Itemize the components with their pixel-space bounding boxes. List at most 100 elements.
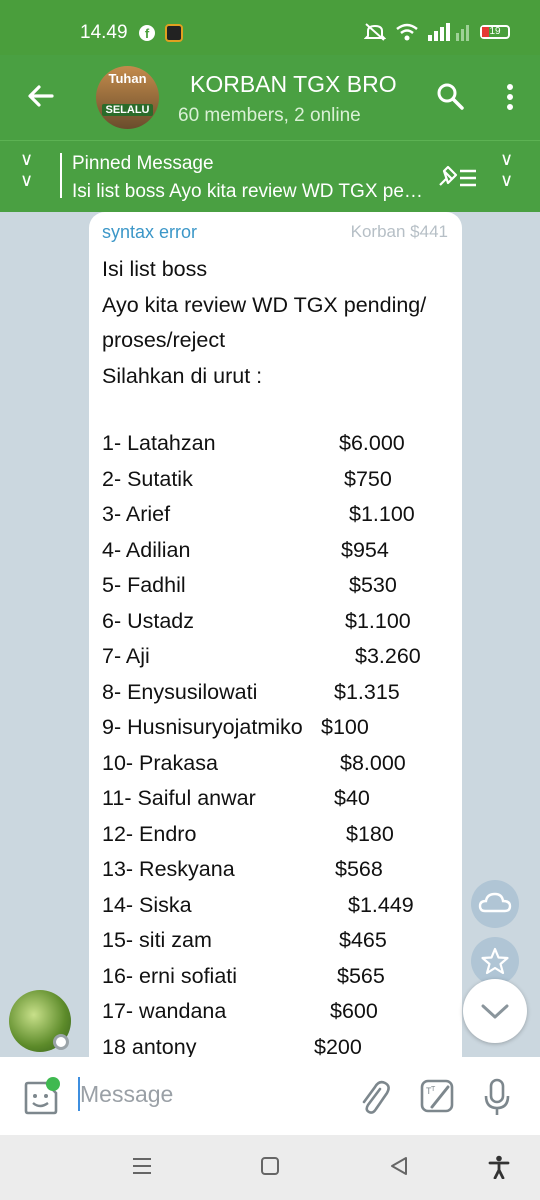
cloud-button[interactable] [471, 880, 519, 928]
pinned-label: Pinned Message [72, 153, 214, 174]
entry-amount: $750 [344, 466, 392, 491]
svg-text:T: T [431, 1086, 436, 1093]
star-icon [481, 947, 509, 975]
more-options-icon[interactable] [505, 83, 515, 111]
back-arrow-icon[interactable] [26, 81, 56, 111]
drawing-icon[interactable]: TT [418, 1077, 456, 1115]
list-item: 14- Siska $1.449 [102, 888, 452, 924]
list-item: 16- erni sofiati $565 [102, 959, 452, 995]
sender-tag: Korban $441 [350, 222, 448, 241]
intro-line: Ayo kita review WD TGX pending/ [102, 292, 427, 317]
intro-line: Isi list boss [102, 257, 208, 281]
pin-list-icon[interactable] [436, 163, 478, 189]
entry-label: 8- Enysusilowati [102, 679, 258, 704]
list-item: 12- Endro $180 [102, 817, 452, 853]
entry-amount: $530 [349, 573, 397, 597]
message-bubble[interactable]: syntax error Korban $441 Isi list boss A… [89, 212, 462, 1057]
chevron-down-icon[interactable]: ∨ ∨ [500, 149, 513, 191]
battery-level: 19 [489, 26, 501, 37]
entry-amount: $8.000 [340, 750, 406, 775]
group-avatar[interactable]: Tuhan SELALU [96, 66, 159, 129]
list-item: 1- Latahzan $6.000 [102, 426, 452, 462]
entry-amount: $1.315 [334, 679, 400, 704]
entry-amount: $1.449 [348, 892, 414, 917]
pinned-message-bar[interactable]: ∨ ∨ Pinned Message Isi list boss Ayo kita… [0, 140, 540, 212]
back-triangle-icon[interactable] [388, 1155, 410, 1177]
sender-name[interactable]: syntax error [102, 222, 197, 243]
online-dot [46, 1077, 60, 1091]
entry-label: 11- Saiful anwar [102, 786, 256, 810]
list-item: 11- Saiful anwar $40 [102, 781, 452, 817]
clock: 14.49 [80, 22, 128, 43]
chevron-down-icon[interactable]: ∨ ∨ [20, 149, 33, 191]
facebook-icon: f [139, 25, 155, 41]
system-navigation-bar [0, 1135, 540, 1200]
entry-label: 9- Husnisuryojatmiko [102, 715, 303, 739]
list-item: 10- Prakasa $8.000 [102, 746, 452, 782]
star-button[interactable] [471, 937, 519, 985]
message-input[interactable] [80, 1075, 340, 1113]
entry-amount: $954 [341, 537, 389, 562]
list-item: 18 antony $200 [102, 1030, 452, 1058]
entry-amount: $568 [335, 857, 383, 881]
home-icon[interactable] [260, 1155, 280, 1177]
list-item: 4- Adilian $954 [102, 533, 452, 569]
entry-label: 5- Fadhil [102, 573, 186, 597]
entry-label: 3- Arief [102, 502, 171, 526]
entry-amount: $40 [334, 786, 370, 810]
scroll-down-button[interactable] [463, 979, 527, 1043]
entry-label: 15- siti zam [102, 928, 212, 952]
paperclip-icon[interactable] [356, 1077, 390, 1117]
entry-amount: $180 [346, 821, 394, 846]
entry-amount: $3.260 [355, 644, 421, 668]
avatar-text-bottom: SELALU [102, 104, 153, 116]
signal-icon [428, 23, 469, 41]
list-item: 7- Aji $3.260 [102, 639, 452, 675]
entry-label: 18 antony [102, 1034, 197, 1058]
pinned-text: Isi list boss Ayo kita review WD TGX pen… [72, 181, 424, 202]
search-icon[interactable] [436, 82, 464, 110]
cloud-icon [478, 892, 512, 913]
battery-icon: 19 [480, 25, 510, 39]
entry-amount: $200 [314, 1034, 362, 1058]
entry-label: 10- Prakasa [102, 750, 218, 775]
entry-label: 1- Latahzan [102, 431, 216, 455]
entry-label: 12- Endro [102, 821, 197, 846]
sender-avatar[interactable] [9, 990, 71, 1052]
intro-line: Silahkan di urut : [102, 363, 263, 388]
list-item: 5- Fadhil $530 [102, 568, 452, 604]
list-item: 9- Husnisuryojatmiko $100 [102, 710, 452, 746]
entry-amount: $565 [337, 963, 385, 988]
entry-amount: $6.000 [339, 431, 405, 455]
list-item: 3- Arief $1.100 [102, 497, 452, 533]
microphone-icon[interactable] [482, 1077, 512, 1117]
message-input-bar: TT [0, 1057, 540, 1135]
entry-list: 1- Latahzan $6.000 2- Sutatik $750 3- Arie… [102, 426, 452, 1057]
accessibility-icon[interactable] [488, 1155, 510, 1179]
entry-label: 6- Ustadz [102, 608, 195, 633]
entry-label: 7- Aji [102, 644, 150, 668]
entry-label: 4- Adilian [102, 537, 191, 562]
entry-amount: $1.100 [349, 502, 415, 526]
chat-title[interactable]: KORBAN TGX BRO [190, 71, 412, 98]
entry-amount: $100 [321, 715, 369, 739]
entry-label: 2- Sutatik [102, 466, 193, 491]
entry-label: 13- Reskyana [102, 857, 235, 881]
chevron-down-icon [481, 1004, 509, 1019]
entry-label: 16- erni sofiati [102, 963, 238, 988]
list-item: 6- Ustadz $1.100 [102, 604, 452, 640]
list-item: 8- Enysusilowati $1.315 [102, 675, 452, 711]
list-item: 17- wandana $600 [102, 994, 452, 1030]
member-count: 60 members, 2 online [178, 105, 361, 126]
recent-apps-icon[interactable] [132, 1155, 152, 1177]
wifi-icon [396, 23, 418, 41]
avatar-text-top: Tuhan [108, 71, 147, 86]
entry-amount: $600 [330, 999, 378, 1023]
entry-label: 17- wandana [102, 999, 227, 1023]
emoji-button[interactable] [22, 1077, 60, 1117]
system-icons: 19 [364, 22, 510, 42]
status-dot [53, 1034, 69, 1050]
list-item: 2- Sutatik $750 [102, 462, 452, 498]
mute-icon [364, 23, 386, 41]
app-icon [165, 24, 183, 42]
